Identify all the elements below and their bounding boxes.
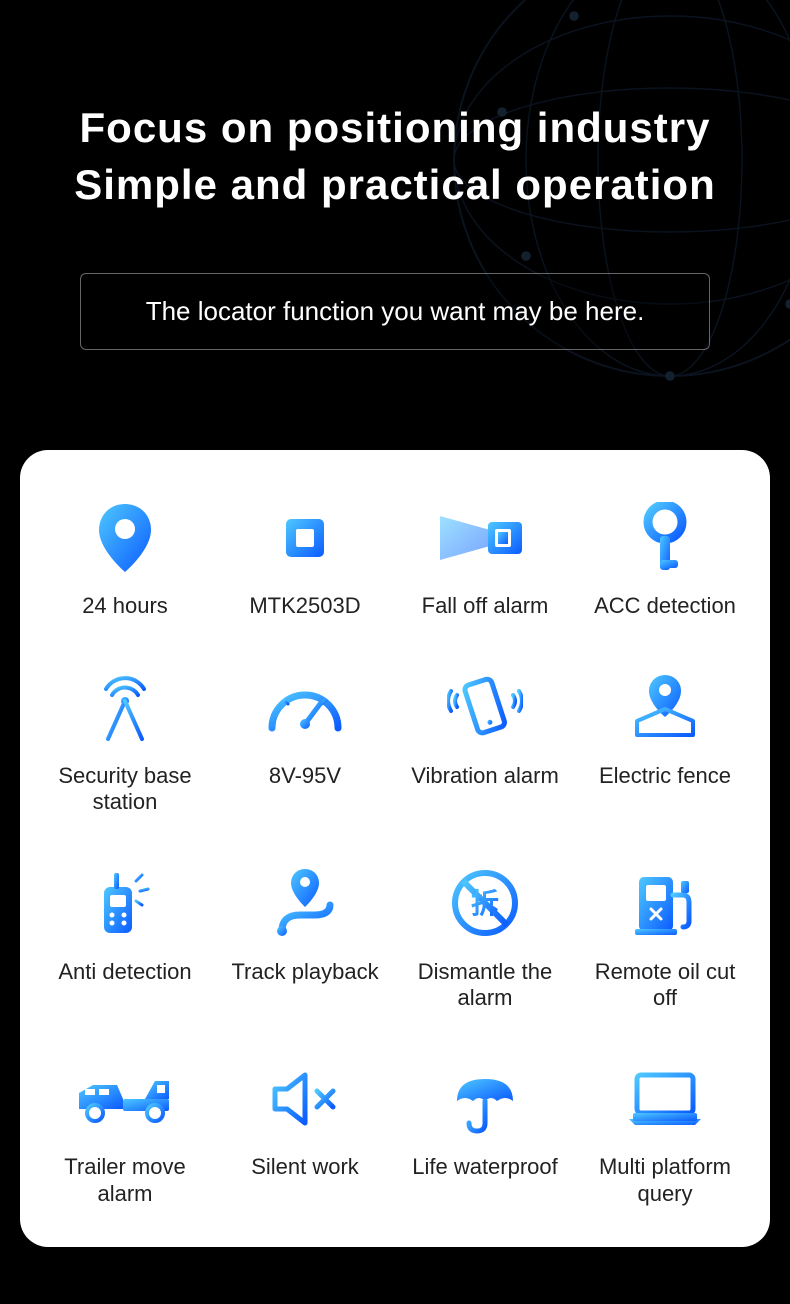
geo-fence-icon: [629, 670, 701, 745]
svg-text:拆: 拆: [471, 888, 499, 919]
key-icon: [638, 500, 692, 575]
feature-label: Electric fence: [599, 763, 731, 789]
feature-label: Silent work: [251, 1154, 359, 1180]
feature-label: ACC detection: [594, 593, 736, 619]
feature-multi-platform-query: Multi platform query: [580, 1061, 750, 1207]
mute-icon: [269, 1061, 341, 1136]
features-card: 24 hours MTK2503D: [20, 450, 770, 1247]
location-pin-icon: [96, 500, 154, 575]
hero-subtitle-box: The locator function you want may be her…: [80, 273, 710, 350]
features-grid: 24 hours MTK2503D: [40, 500, 750, 1207]
fuel-pump-icon: [629, 866, 701, 941]
feature-label: Security base station: [40, 763, 210, 816]
feature-trailer-move-alarm: Trailer move alarm: [40, 1061, 210, 1207]
feature-remote-oil-cutoff: Remote oil cut off: [580, 866, 750, 1012]
feature-label: Multi platform query: [580, 1154, 750, 1207]
feature-dismantle-alarm: 拆 Dismantle the alarm: [400, 866, 570, 1012]
feature-label: Life waterproof: [412, 1154, 558, 1180]
projector-icon: [440, 500, 530, 575]
feature-silent-work: Silent work: [220, 1061, 390, 1207]
feature-electric-fence: Electric fence: [580, 670, 750, 816]
dismantle-icon: 拆: [451, 866, 519, 941]
umbrella-icon: [451, 1061, 519, 1136]
tow-truck-icon: [75, 1061, 175, 1136]
feature-anti-detection: Anti detection: [40, 866, 210, 1012]
feature-vibration-alarm: Vibration alarm: [400, 670, 570, 816]
feature-label: 24 hours: [82, 593, 168, 619]
feature-label: Vibration alarm: [411, 763, 559, 789]
hero-subtitle: The locator function you want may be her…: [146, 296, 645, 326]
feature-life-waterproof: Life waterproof: [400, 1061, 570, 1207]
feature-security-base-station: Security base station: [40, 670, 210, 816]
feature-track-playback: Track playback: [220, 866, 390, 1012]
vibrate-phone-icon: [447, 670, 523, 745]
hero-line-1: Focus on positioning industry: [80, 104, 711, 151]
feature-label: Fall off alarm: [422, 593, 549, 619]
feature-8v-95v: 8V-95V: [220, 670, 390, 816]
feature-label: Remote oil cut off: [580, 959, 750, 1012]
feature-fall-off-alarm: Fall off alarm: [400, 500, 570, 619]
feature-label: MTK2503D: [249, 593, 360, 619]
laptop-icon: [623, 1061, 707, 1136]
feature-label: Track playback: [231, 959, 378, 985]
chip-icon: [270, 500, 340, 575]
feature-mtk2503d: MTK2503D: [220, 500, 390, 619]
hero-line-2: Simple and practical operation: [74, 161, 715, 208]
walkie-talkie-icon: [90, 866, 160, 941]
feature-24-hours: 24 hours: [40, 500, 210, 619]
feature-label: Dismantle the alarm: [400, 959, 570, 1012]
feature-label: Trailer move alarm: [40, 1154, 210, 1207]
hero-title: Focus on positioning industry Simple and…: [30, 100, 760, 213]
antenna-icon: [94, 670, 156, 745]
feature-label: 8V-95V: [269, 763, 341, 789]
gauge-icon: [266, 670, 344, 745]
feature-label: Anti detection: [58, 959, 191, 985]
feature-acc-detection: ACC detection: [580, 500, 750, 619]
route-pin-icon: [270, 866, 340, 941]
